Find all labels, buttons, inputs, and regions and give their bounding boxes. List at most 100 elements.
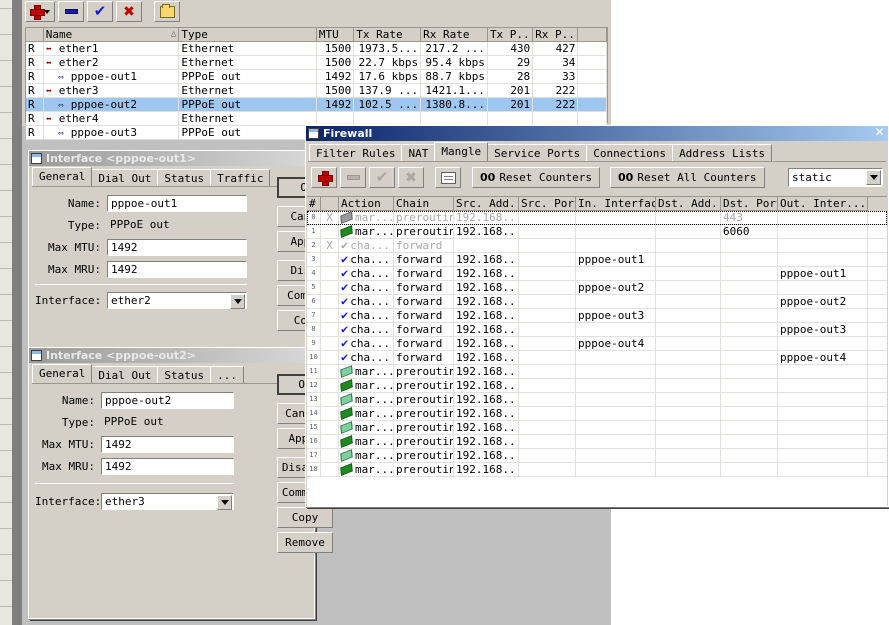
firewall-column-header[interactable]: # bbox=[307, 197, 321, 211]
dialog1-mtu-row: Max MTU: 1492 bbox=[35, 239, 265, 256]
firewall-column-header[interactable]: Dst. Add... bbox=[656, 197, 721, 211]
add-button[interactable] bbox=[25, 1, 55, 22]
enable-button[interactable]: ✔ bbox=[87, 1, 113, 22]
table-cell: 34 bbox=[533, 56, 579, 69]
firewall-rule-row[interactable]: 13 mar...prerouting192.168... bbox=[307, 393, 887, 407]
firewall-titlebar[interactable]: Firewall ✕ bbox=[306, 126, 888, 141]
firewall-rule-row[interactable]: 0Xmar...prerouting192.168... 443 bbox=[307, 211, 887, 225]
firewall-column-header[interactable] bbox=[321, 197, 339, 211]
firewall-rule-row[interactable]: 14 mar...prerouting192.168... bbox=[307, 407, 887, 421]
firewall-column-header[interactable]: In. Interface bbox=[576, 197, 656, 211]
table-row[interactable]: R ⬌ ether4 Ethernet bbox=[26, 112, 607, 126]
tab-status[interactable]: Status bbox=[157, 169, 212, 186]
rule-action-label: mar... bbox=[355, 435, 394, 448]
firewall-rule-row[interactable]: 11 mar...prerouting192.168... bbox=[307, 365, 887, 379]
table-row[interactable]: R ⬌ ether2 Ethernet 1500 22.7 kbps 95.4 kbps 29… bbox=[26, 56, 607, 70]
copy-button[interactable]: Copy bbox=[277, 507, 333, 528]
firewall-rule-row[interactable]: 6 ✔ cha... forward 192.168... pppoe-out2 bbox=[307, 295, 887, 309]
table-cell bbox=[576, 211, 656, 224]
dialog2-mru-input[interactable]: 1492 bbox=[101, 458, 234, 475]
table-row[interactable]: R ⬌ ether1 Ethernet 1500 1973.5... 217.2 ... 43… bbox=[26, 42, 607, 56]
tab-nat[interactable]: NAT bbox=[401, 144, 436, 161]
firewall-rule-row[interactable]: 1 mar...prerouting192.168... 6060 bbox=[307, 225, 887, 239]
remove-rule-button[interactable] bbox=[340, 167, 366, 188]
firewall-rule-row[interactable]: 12 mar...prerouting192.168... bbox=[307, 379, 887, 393]
dialog1-mtu-input[interactable]: 1492 bbox=[107, 239, 247, 256]
interface-column-header[interactable] bbox=[26, 28, 44, 42]
disable-rule-button[interactable]: ✖ bbox=[398, 167, 424, 188]
tab-mangle[interactable]: Mangle bbox=[434, 142, 489, 161]
dialog1-interface-select[interactable]: ether2 bbox=[107, 292, 247, 309]
firewall-rule-row[interactable]: 17 mar...prerouting192.168... bbox=[307, 449, 887, 463]
firewall-rule-row[interactable]: 15 mar...prerouting192.168... bbox=[307, 421, 887, 435]
interface-column-header[interactable]: Tx Rate bbox=[354, 28, 422, 42]
firewall-rule-row[interactable]: 8 ✔ cha... forward 192.168... pppoe-out3 bbox=[307, 323, 887, 337]
firewall-rule-row[interactable]: 7 ✔ cha... forward 192.168... pppoe-out3 bbox=[307, 309, 887, 323]
dialog1-mru-input[interactable]: 1492 bbox=[107, 261, 247, 278]
chevron-down-icon[interactable] bbox=[217, 495, 232, 510]
comment-button[interactable] bbox=[154, 1, 180, 22]
tab-dial-out[interactable]: Dial Out bbox=[91, 366, 159, 383]
tab-address-lists[interactable]: Address Lists bbox=[672, 144, 773, 161]
firewall-column-header[interactable]: Src. Add... bbox=[454, 197, 519, 211]
tab-service-ports[interactable]: Service Ports bbox=[487, 144, 588, 161]
disable-button[interactable]: ✖ bbox=[116, 1, 142, 22]
tab-connections[interactable]: Connections bbox=[586, 144, 674, 161]
interface-column-header[interactable]: MTU bbox=[316, 28, 355, 42]
close-icon[interactable]: ✕ bbox=[873, 126, 886, 140]
firewall-rule-row[interactable]: 9 ✔ cha... forward 192.168... pppoe-out4 bbox=[307, 337, 887, 351]
comment-rule-button[interactable] bbox=[435, 167, 461, 188]
chevron-down-icon[interactable] bbox=[866, 170, 881, 185]
reset-all-counters-button[interactable]: 00 Reset All Counters bbox=[610, 167, 765, 188]
marker-green-icon bbox=[340, 435, 353, 448]
firewall-column-header[interactable]: Chain bbox=[394, 197, 454, 211]
table-cell bbox=[519, 239, 576, 252]
interface-column-header[interactable]: Type bbox=[179, 28, 317, 42]
dialog2-name-input[interactable]: pppoe-out2 bbox=[101, 392, 234, 409]
dialog2-mtu-input[interactable]: 1492 bbox=[101, 436, 234, 453]
chevron-down-icon[interactable] bbox=[230, 294, 245, 309]
remove-button[interactable] bbox=[58, 1, 84, 22]
dialog2-interface-select[interactable]: ether3 bbox=[101, 493, 234, 510]
firewall-rule-row[interactable]: 10 ✔ cha... forward 192.168... pppoe-out4 bbox=[307, 351, 887, 365]
table-row[interactable]: R ⇔ pppoe-out2 PPPoE out 1492 102.5 ... 1380.8… bbox=[26, 98, 607, 112]
rule-action-label: mar... bbox=[355, 379, 394, 392]
check-blue-icon: ✔ bbox=[341, 337, 349, 350]
dialog1-titlebar[interactable]: Interface <pppoe-out1> bbox=[29, 151, 314, 166]
interface-column-header[interactable]: Rx Rate bbox=[421, 28, 488, 42]
firewall-column-header[interactable]: Out. Inter... bbox=[778, 197, 868, 211]
minus-icon bbox=[64, 9, 78, 14]
tab-traffic[interactable]: Traffic bbox=[210, 169, 271, 186]
firewall-rule-row[interactable]: 2 X ✔ cha... forward bbox=[307, 239, 887, 253]
firewall-rule-row[interactable]: 16 mar...prerouting192.168... bbox=[307, 435, 887, 449]
enable-rule-button[interactable]: ✔ bbox=[369, 167, 395, 188]
firewall-column-header[interactable]: Action bbox=[339, 197, 394, 211]
interface-column-header[interactable]: Tx P... bbox=[487, 28, 534, 42]
reset-counters-button[interactable]: 00 Reset Counters bbox=[472, 167, 601, 188]
tab-dial-out[interactable]: Dial Out bbox=[91, 169, 159, 186]
dialog1-name-input[interactable]: pppoe-out1 bbox=[107, 195, 247, 212]
table-row[interactable]: R ⬌ ether3 Ethernet 1500 137.9 ... 1421.1... 20… bbox=[26, 84, 607, 98]
column-label: Name bbox=[45, 28, 73, 41]
firewall-column-header[interactable]: Dst. Port bbox=[721, 197, 778, 211]
tab-[interactable]: ... bbox=[210, 366, 244, 383]
tab-status[interactable]: Status bbox=[157, 366, 212, 383]
add-rule-button[interactable] bbox=[311, 167, 337, 188]
firewall-rule-row[interactable]: 3 ✔ cha... forward 192.168... pppoe-out1 bbox=[307, 253, 887, 267]
remove-button[interactable]: Remove bbox=[277, 532, 333, 553]
firewall-rule-row[interactable]: 5 ✔ cha... forward 192.168... pppoe-out2 bbox=[307, 281, 887, 295]
interface-column-header[interactable]: Name △ bbox=[43, 28, 180, 42]
table-row[interactable]: R ⇔ pppoe-out1 PPPoE out 1492 17.6 kbps 88.7 k… bbox=[26, 70, 607, 84]
tab-filter-rules[interactable]: Filter Rules bbox=[309, 144, 403, 161]
rule-action-cell: ✔ cha... bbox=[339, 239, 394, 252]
tab-general[interactable]: General bbox=[32, 167, 93, 186]
interface-column-header[interactable]: Rx P... bbox=[533, 28, 579, 42]
table-cell bbox=[778, 239, 868, 252]
tab-general[interactable]: General bbox=[32, 364, 93, 383]
firewall-rule-row[interactable]: 18 mar...prerouting192.168... bbox=[307, 463, 887, 477]
interface-column-header[interactable] bbox=[578, 28, 607, 42]
dialog2-titlebar[interactable]: Interface <pppoe-out2> bbox=[29, 348, 314, 363]
firewall-filter-dropdown[interactable]: static bbox=[788, 168, 883, 187]
firewall-column-header[interactable]: Src. Port bbox=[519, 197, 576, 211]
firewall-rule-row[interactable]: 4 ✔ cha... forward 192.168... pppoe-out1 bbox=[307, 267, 887, 281]
